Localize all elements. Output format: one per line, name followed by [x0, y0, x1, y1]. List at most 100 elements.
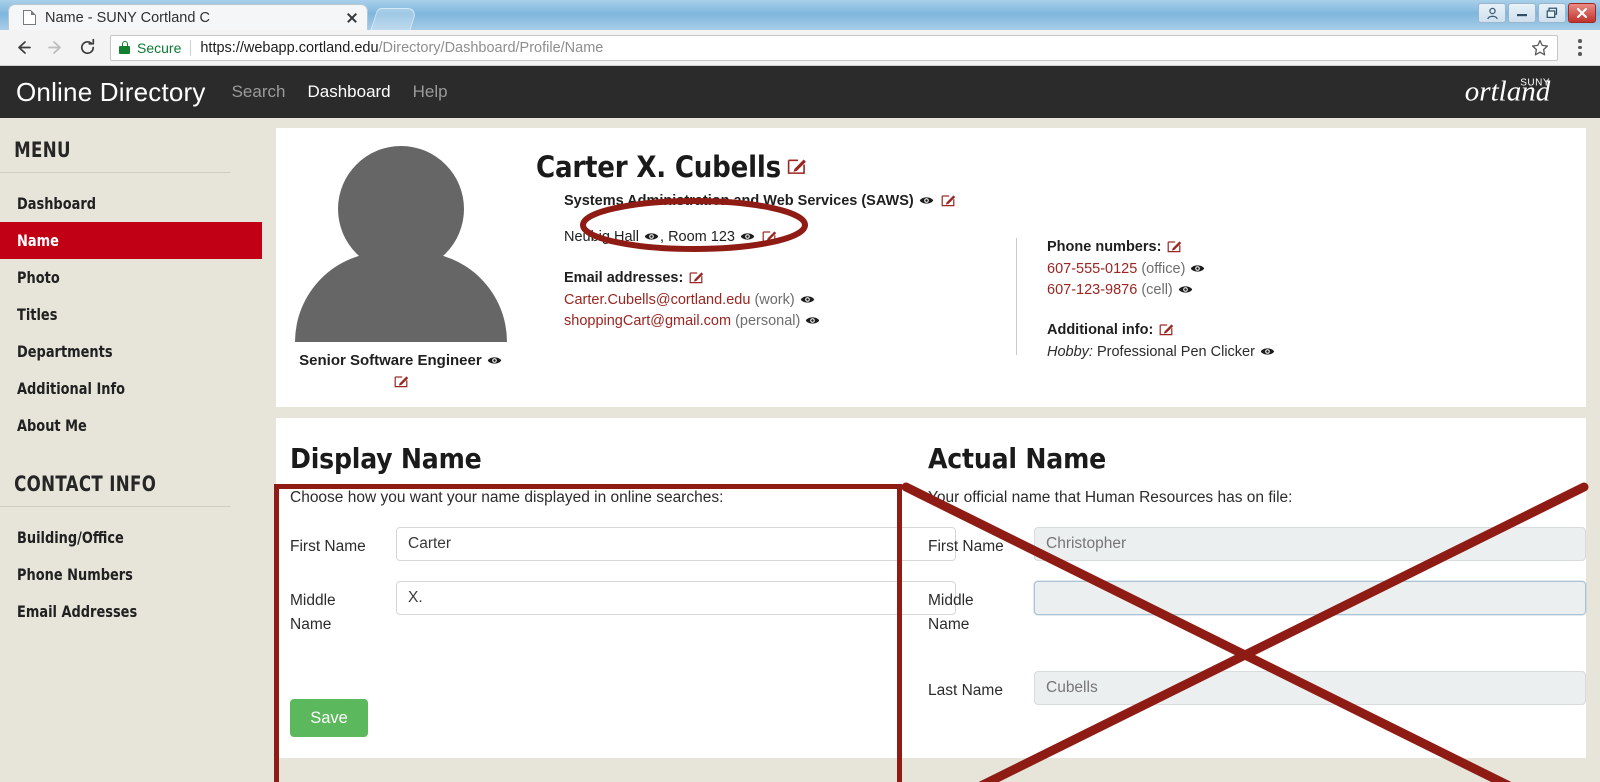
sidebar-item-name[interactable]: Name	[0, 222, 262, 259]
page-favicon-icon	[23, 10, 36, 25]
security-label: Secure	[137, 39, 182, 56]
phone-type: (cell)	[1141, 282, 1173, 298]
back-button[interactable]	[8, 33, 38, 63]
edit-pencil-icon[interactable]	[394, 373, 409, 393]
url-path: /Directory/Dashboard/Profile/Name	[378, 39, 604, 56]
department-row: Systems Administration and Web Services …	[564, 192, 1016, 211]
display-first-name-row: First Name	[290, 527, 956, 561]
edit-additional-info-pencil-icon[interactable]	[1159, 321, 1174, 340]
visibility-eye-icon[interactable]	[1260, 345, 1275, 361]
sidebar-item-label: Photo	[17, 268, 60, 287]
profile-details-grid: Systems Administration and Web Services …	[536, 186, 1586, 361]
sidebar-item-building-office[interactable]: Building/Office	[0, 519, 262, 556]
browser-tab[interactable]: Name - SUNY Cortland C	[8, 4, 368, 30]
room-label: Room	[668, 229, 707, 245]
visibility-eye-icon[interactable]	[740, 230, 755, 246]
actual-last-name-label: Last Name	[928, 682, 1003, 700]
edit-emails-pencil-icon[interactable]	[689, 269, 704, 288]
bookmark-star-icon[interactable]	[1521, 39, 1549, 57]
sidebar-item-label: Dashboard	[17, 194, 97, 213]
sidebar-item-titles[interactable]: Titles	[0, 296, 262, 333]
nav-item-help[interactable]: Help	[413, 82, 448, 102]
display-middle-name-label: Middle Name	[290, 592, 336, 634]
phone-number[interactable]: 607-123-9876	[1047, 282, 1137, 298]
sidebar-item-email-addresses[interactable]: Email Addresses	[0, 593, 262, 630]
edit-department-pencil-icon[interactable]	[941, 192, 956, 211]
address-bar[interactable]: Secure https://webapp.cortland.edu/Direc…	[110, 34, 1558, 61]
browser-menu-button[interactable]	[1568, 39, 1592, 56]
minimize-button[interactable]	[1508, 3, 1536, 23]
sidebar-item-about-me[interactable]: About Me	[0, 407, 262, 444]
room-number: 123	[710, 229, 735, 245]
new-tab-button[interactable]	[370, 8, 418, 30]
user-profile-button[interactable]	[1478, 3, 1506, 23]
display-middle-name-row: Middle Name	[290, 581, 956, 637]
actual-middle-name-input[interactable]	[1034, 581, 1586, 615]
close-tab-icon[interactable]	[343, 9, 361, 27]
visibility-eye-icon[interactable]	[487, 353, 502, 370]
main-content: Senior Software Engineer Carter X. Cubel…	[262, 118, 1600, 782]
location-row: Neubig Hall , Room 123	[564, 228, 1016, 247]
actual-first-name-label: First Name	[928, 538, 1004, 555]
reload-button[interactable]	[72, 33, 102, 63]
phone-row: 607-555-0125 (office)	[1047, 261, 1586, 278]
site-brand[interactable]: Online Directory	[16, 77, 206, 108]
visibility-eye-icon[interactable]	[800, 293, 815, 309]
visibility-eye-icon[interactable]	[919, 194, 934, 210]
nav-item-dashboard[interactable]: Dashboard	[307, 82, 390, 102]
person-name-row: Carter X. Cubells	[536, 142, 1586, 186]
suny-cortland-logo: ortland SUNY	[1465, 77, 1580, 107]
phone-number[interactable]: 607-555-0125	[1047, 261, 1137, 277]
display-middle-name-input[interactable]	[396, 581, 956, 615]
nav-item-search[interactable]: Search	[232, 82, 286, 102]
location-comma: ,	[660, 229, 665, 245]
visibility-eye-icon[interactable]	[1178, 283, 1193, 299]
sidebar-contact-heading: CONTACT INFO	[0, 466, 231, 507]
sidebar-item-label: Additional Info	[17, 379, 126, 398]
email-type: (work)	[754, 292, 795, 308]
display-name-form: Display Name Choose how you want your na…	[276, 418, 956, 758]
department-text: Systems Administration and Web Services …	[564, 193, 914, 209]
sidebar-item-photo[interactable]: Photo	[0, 259, 262, 296]
display-first-name-label: First Name	[290, 538, 366, 555]
logo-suny-text: SUNY	[1520, 77, 1550, 89]
sidebar-item-label: Email Addresses	[17, 602, 138, 621]
site-header: Online Directory Search Dashboard Help o…	[0, 66, 1600, 118]
display-first-name-input[interactable]	[396, 527, 956, 561]
sidebar-item-additional-info[interactable]: Additional Info	[0, 370, 262, 407]
additional-info-row: Hobby: Professional Pen Clicker	[1047, 344, 1586, 361]
sidebar-item-label: Titles	[17, 305, 58, 324]
actual-last-name-row: Last Name	[928, 671, 1586, 706]
edit-name-pencil-icon[interactable]	[787, 155, 807, 180]
sidebar-item-departments[interactable]: Departments	[0, 333, 262, 370]
edit-phones-pencil-icon[interactable]	[1167, 238, 1182, 257]
maximize-restore-button[interactable]	[1538, 3, 1566, 23]
phone-section-heading-row: Phone numbers:	[1047, 238, 1586, 257]
actual-name-title: Actual Name	[928, 442, 1107, 475]
close-window-button[interactable]	[1568, 3, 1596, 23]
browser-tab-title: Name - SUNY Cortland C	[45, 9, 210, 26]
email-type: (personal)	[735, 313, 801, 329]
building-text: Neubig Hall	[564, 229, 639, 245]
visibility-eye-icon[interactable]	[805, 314, 820, 330]
phone-row: 607-123-9876 (cell)	[1047, 282, 1586, 299]
email-section-heading-row: Email addresses:	[564, 269, 1016, 288]
visibility-eye-icon[interactable]	[1190, 262, 1205, 278]
forward-button	[40, 33, 70, 63]
display-name-subtitle: Choose how you want your name displayed …	[290, 489, 724, 506]
sidebar-item-label: Departments	[17, 342, 113, 361]
visibility-eye-icon[interactable]	[644, 230, 659, 246]
name-forms-card: Display Name Choose how you want your na…	[276, 418, 1586, 758]
site-nav: Search Dashboard Help	[232, 82, 448, 102]
edit-location-pencil-icon[interactable]	[762, 228, 777, 247]
sidebar-item-dashboard[interactable]: Dashboard	[0, 185, 262, 222]
sidebar-item-phone-numbers[interactable]: Phone Numbers	[0, 556, 262, 593]
actual-first-name-input	[1034, 527, 1586, 561]
additional-info-value: Professional Pen Clicker	[1096, 344, 1255, 360]
email-row: shoppingCart@gmail.com (personal)	[564, 313, 1016, 330]
email-address[interactable]: Carter.Cubells@cortland.edu	[564, 292, 750, 308]
save-button[interactable]: Save	[290, 699, 368, 738]
email-address[interactable]: shoppingCart@gmail.com	[564, 313, 731, 329]
web-page: Online Directory Search Dashboard Help o…	[0, 66, 1600, 782]
sidebar-item-label: Name	[17, 231, 59, 250]
